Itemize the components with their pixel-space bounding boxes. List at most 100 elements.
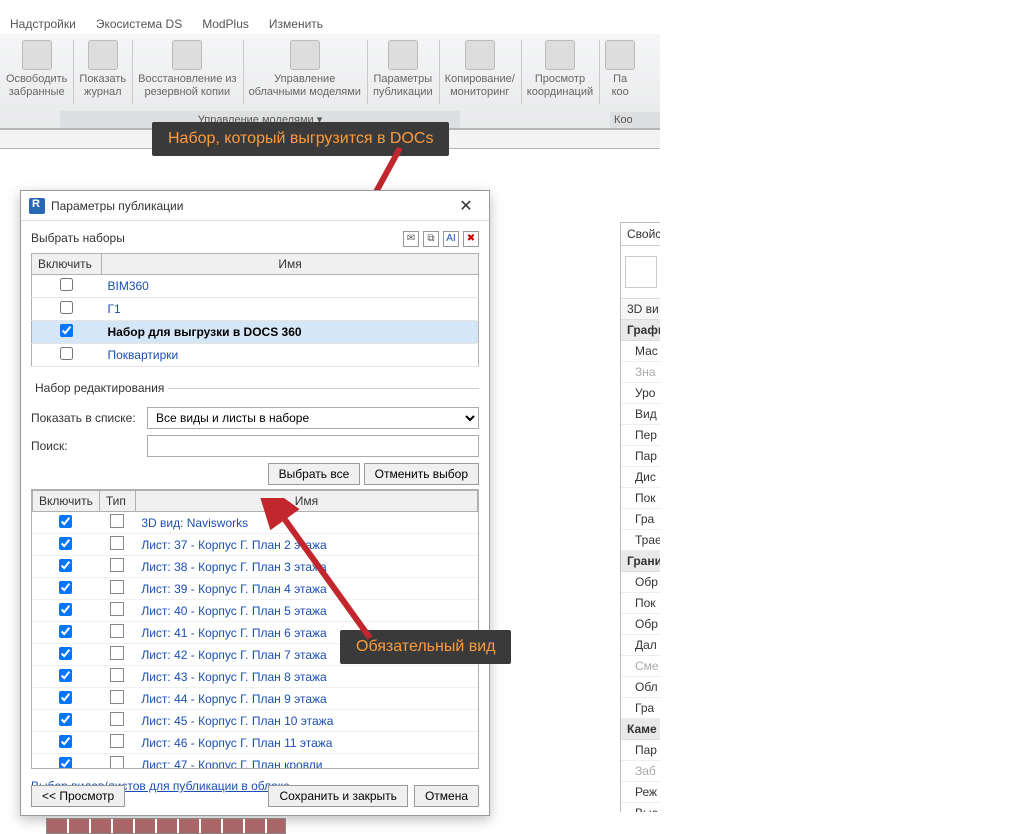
property-row[interactable]: Уро bbox=[621, 383, 660, 404]
property-row[interactable]: Пар bbox=[621, 446, 660, 467]
delete-set-icon[interactable]: ✖ bbox=[463, 231, 479, 247]
review-icon bbox=[545, 40, 575, 70]
view-checkbox[interactable] bbox=[59, 515, 72, 528]
view-row[interactable]: Лист: 37 - Корпус Г. План 2 этажа bbox=[33, 534, 478, 556]
property-category[interactable]: Каме bbox=[621, 719, 660, 740]
view-row[interactable]: Лист: 39 - Корпус Г. План 4 этажа bbox=[33, 578, 478, 600]
sets-table: ВключитьИмя BIM360Г1Набор для выгрузки в… bbox=[31, 253, 479, 367]
ribbon-tab[interactable]: Экосистема DS bbox=[86, 14, 192, 34]
dialog-titlebar: Параметры публикации ✕ bbox=[21, 191, 489, 221]
view-checkbox[interactable] bbox=[59, 559, 72, 572]
cancel-button[interactable]: Отмена bbox=[414, 785, 479, 807]
views-wrap[interactable]: Включить Тип Имя 3D вид: NavisworksЛист:… bbox=[31, 489, 479, 769]
view-checkbox[interactable] bbox=[59, 669, 72, 682]
property-category[interactable]: Графи bbox=[621, 320, 660, 341]
deselect-button[interactable]: Отменить выбор bbox=[364, 463, 479, 485]
view-row[interactable]: Лист: 40 - Корпус Г. План 5 этажа bbox=[33, 600, 478, 622]
view-name: Лист: 39 - Корпус Г. План 4 этажа bbox=[135, 578, 477, 600]
property-row[interactable]: Пар bbox=[621, 740, 660, 761]
view-checkbox[interactable] bbox=[59, 603, 72, 616]
view-checkbox[interactable] bbox=[59, 625, 72, 638]
home-icon bbox=[625, 256, 657, 288]
coord-icon-2 bbox=[605, 40, 635, 70]
sheet-icon bbox=[110, 690, 124, 704]
view-row[interactable]: Лист: 45 - Корпус Г. План 10 этажа bbox=[33, 710, 478, 732]
3d-icon bbox=[110, 514, 124, 528]
property-row[interactable]: Выс bbox=[621, 803, 660, 812]
view-name: Лист: 47 - Корпус Г. План кровли bbox=[135, 754, 477, 770]
revit-icon bbox=[29, 198, 45, 214]
ribbon-group-name-right: Коо bbox=[610, 112, 660, 128]
view-checkbox[interactable] bbox=[59, 581, 72, 594]
view-checkbox[interactable] bbox=[59, 713, 72, 726]
set-checkbox[interactable] bbox=[60, 347, 73, 360]
view-row[interactable]: Лист: 46 - Корпус Г. План 11 этажа bbox=[33, 732, 478, 754]
set-name: Поквартирки bbox=[102, 344, 479, 367]
property-row[interactable]: Дал bbox=[621, 635, 660, 656]
property-row[interactable]: Обр bbox=[621, 572, 660, 593]
new-set-icon[interactable]: ✉ bbox=[403, 231, 419, 247]
property-row[interactable]: Гра bbox=[621, 698, 660, 719]
close-button[interactable]: ✕ bbox=[451, 196, 481, 216]
copy-set-icon[interactable]: ⧉ bbox=[423, 231, 439, 247]
sheet-icon bbox=[110, 580, 124, 594]
ribbon-tab[interactable]: Надстройки bbox=[0, 14, 86, 34]
property-row[interactable]: Обр bbox=[621, 614, 660, 635]
properties-view-name[interactable]: 3D ви bbox=[621, 298, 660, 320]
property-row[interactable]: Сме bbox=[621, 656, 660, 677]
property-row[interactable]: Заб bbox=[621, 761, 660, 782]
ribbon-tab[interactable]: Изменить bbox=[259, 14, 333, 34]
property-row[interactable]: Реж bbox=[621, 782, 660, 803]
annotation-right: Обязательный вид bbox=[340, 630, 511, 664]
view-row[interactable]: 3D вид: Navisworks bbox=[33, 512, 478, 534]
view-name: 3D вид: Navisworks bbox=[135, 512, 477, 534]
property-row[interactable]: Пер bbox=[621, 425, 660, 446]
view-row[interactable]: Лист: 47 - Корпус Г. План кровли bbox=[33, 754, 478, 770]
property-row[interactable]: Дис bbox=[621, 467, 660, 488]
ribbon-tabs: Надстройки Экосистема DS ModPlus Изменит… bbox=[0, 10, 1015, 34]
view-row[interactable]: Лист: 43 - Корпус Г. План 8 этажа bbox=[33, 666, 478, 688]
col-include: Включить bbox=[32, 254, 102, 275]
save-close-button[interactable]: Сохранить и закрыть bbox=[268, 785, 407, 807]
set-checkbox[interactable] bbox=[60, 301, 73, 314]
property-row[interactable]: Трае bbox=[621, 530, 660, 551]
show-in-list-label: Показать в списке: bbox=[31, 411, 141, 425]
property-row[interactable]: Гра bbox=[621, 509, 660, 530]
show-in-list-select[interactable]: Все виды и листы в наборе bbox=[147, 407, 479, 429]
sheet-icon bbox=[110, 668, 124, 682]
view-checkbox[interactable] bbox=[59, 691, 72, 704]
properties-panel: Свойс 3D ви ГрафиМасЗнаУроВидПерПарДисПо… bbox=[620, 222, 660, 812]
property-row[interactable]: Обл bbox=[621, 677, 660, 698]
view-row[interactable]: Лист: 38 - Корпус Г. План 3 этажа bbox=[33, 556, 478, 578]
set-row[interactable]: Поквартирки bbox=[32, 344, 479, 367]
property-row[interactable]: Пок bbox=[621, 593, 660, 614]
properties-title: Свойс bbox=[621, 223, 660, 246]
set-checkbox[interactable] bbox=[60, 324, 73, 337]
preview-button[interactable]: << Просмотр bbox=[31, 785, 125, 807]
set-checkbox[interactable] bbox=[60, 278, 73, 291]
annotation-top: Набор, который выгрузится в DOCs bbox=[152, 122, 449, 156]
set-row[interactable]: Г1 bbox=[32, 298, 479, 321]
property-row[interactable]: Пок bbox=[621, 488, 660, 509]
ribbon-coord-review-button[interactable]: Просмотр координаций bbox=[521, 34, 599, 128]
search-input[interactable] bbox=[147, 435, 479, 457]
view-checkbox[interactable] bbox=[59, 735, 72, 748]
set-row[interactable]: BIM360 bbox=[32, 275, 479, 298]
property-row[interactable]: Мас bbox=[621, 341, 660, 362]
view-checkbox[interactable] bbox=[59, 757, 72, 770]
property-row[interactable]: Вид bbox=[621, 404, 660, 425]
view-row[interactable]: Лист: 44 - Корпус Г. План 9 этажа bbox=[33, 688, 478, 710]
sheet-icon bbox=[110, 536, 124, 550]
property-category[interactable]: Грани bbox=[621, 551, 660, 572]
view-checkbox[interactable] bbox=[59, 537, 72, 550]
log-icon bbox=[88, 40, 118, 70]
cloud-icon bbox=[290, 40, 320, 70]
select-all-button[interactable]: Выбрать все bbox=[268, 463, 361, 485]
set-row[interactable]: Набор для выгрузки в DOCS 360 bbox=[32, 321, 479, 344]
view-checkbox[interactable] bbox=[59, 647, 72, 660]
rename-set-icon[interactable]: AI bbox=[443, 231, 459, 247]
property-row[interactable]: Зна bbox=[621, 362, 660, 383]
ribbon-tab[interactable]: ModPlus bbox=[192, 14, 259, 34]
view-name: Лист: 46 - Корпус Г. План 11 этажа bbox=[135, 732, 477, 754]
ribbon-panel: Освободить забранные Показать журнал Вос… bbox=[0, 34, 660, 129]
